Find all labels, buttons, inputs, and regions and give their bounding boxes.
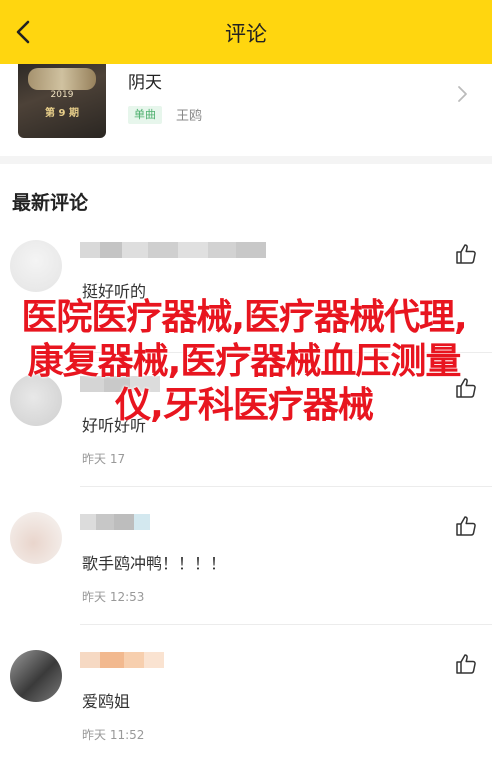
cover-year: 2019 xyxy=(50,90,74,100)
divider xyxy=(80,486,492,487)
avatar[interactable] xyxy=(10,650,62,702)
thumbs-up-icon[interactable] xyxy=(454,652,478,676)
cover-logo xyxy=(28,68,96,90)
chevron-right-icon xyxy=(458,86,467,102)
username-blurred[interactable] xyxy=(80,514,150,530)
comment-item: 爱鸥姐 昨天 11:52 xyxy=(0,650,492,765)
comment-list[interactable]: 最新评论 挺好听的 好听好听 昨天 17 歌手鸥冲鸭！！！！ 昨天 12:53 … xyxy=(0,164,492,765)
thumbs-up-icon[interactable] xyxy=(454,242,478,266)
thumbs-up-icon[interactable] xyxy=(454,514,478,538)
album-name: 阴天 xyxy=(128,73,162,93)
section-title: 最新评论 xyxy=(12,192,89,214)
album-cover: 2019 第 9 期 xyxy=(18,64,106,138)
comment-time: 昨天 17 xyxy=(82,452,126,466)
artist-name: 王鸥 xyxy=(176,109,203,124)
album-card[interactable]: 2019 第 9 期 阴天 单曲 王鸥 xyxy=(0,64,492,156)
single-tag: 单曲 xyxy=(128,106,162,124)
avatar[interactable] xyxy=(10,512,62,564)
comment-text: 歌手鸥冲鸭！！！！ xyxy=(82,554,227,573)
username-blurred[interactable] xyxy=(80,242,266,258)
comment-item: 歌手鸥冲鸭！！！！ 昨天 12:53 xyxy=(0,512,492,642)
avatar[interactable] xyxy=(10,240,62,292)
comment-text: 爱鸥姐 xyxy=(82,692,131,711)
page-title: 评论 xyxy=(225,22,267,46)
divider xyxy=(80,624,492,625)
overlay-watermark-text: 医院医疗器械,医疗器械代理,康复器械,医疗器械血压测量仪,牙科医疗器械 xyxy=(21,297,467,426)
cover-episode: 第 9 期 xyxy=(45,108,79,119)
username-blurred[interactable] xyxy=(80,652,164,668)
comment-time: 昨天 11:52 xyxy=(82,728,145,742)
top-bar: 评论 xyxy=(0,0,492,64)
comment-time: 昨天 12:53 xyxy=(82,590,145,604)
